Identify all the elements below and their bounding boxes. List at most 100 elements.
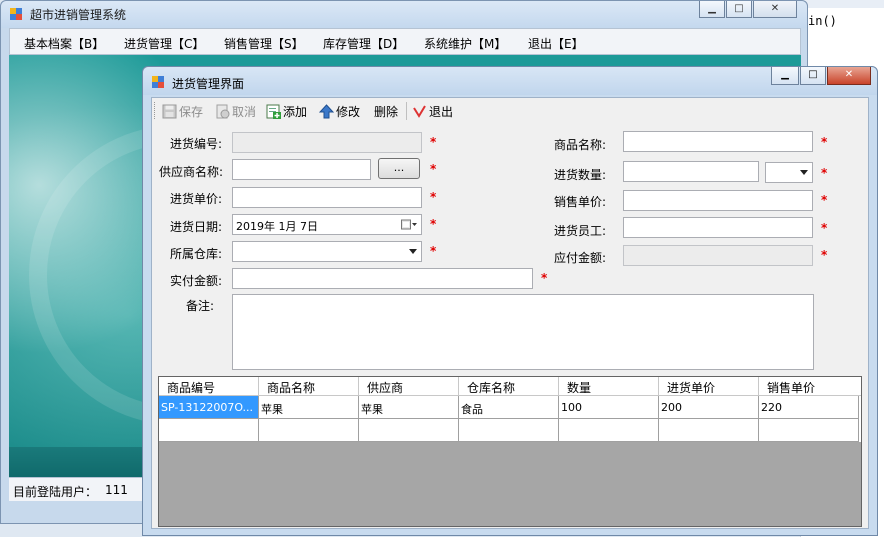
app-icon <box>10 8 22 20</box>
save-button[interactable]: 保存 <box>162 102 203 120</box>
status-user: 111 <box>105 483 128 497</box>
grid-cell[interactable]: SP-13122007O... <box>159 396 259 419</box>
grid-cell[interactable]: 100 <box>559 396 659 419</box>
column-header[interactable]: 供应商 <box>359 377 459 396</box>
unit-price-required: * <box>430 190 437 204</box>
main-minimize-button[interactable]: ▁ <box>699 1 725 18</box>
purchase-no-field[interactable] <box>232 132 422 153</box>
supplier-label: 供应商名称: <box>159 165 224 179</box>
quantity-field[interactable] <box>623 161 759 182</box>
toolbar-separator <box>406 102 407 120</box>
product-required: * <box>821 135 828 149</box>
warehouse-label: 所属仓库: <box>170 247 223 261</box>
payable-required: * <box>821 248 828 262</box>
table-row[interactable]: SP-13122007O... 苹果 苹果 食品 100 200 220 <box>159 396 861 419</box>
dialog-title: 进货管理界面 <box>172 77 245 91</box>
grid-cell[interactable] <box>259 419 359 442</box>
warehouse-required: * <box>430 244 437 258</box>
warehouse-combobox[interactable] <box>232 241 422 262</box>
staff-required: * <box>821 221 828 235</box>
toolbar-grip[interactable] <box>154 102 157 119</box>
unit-combobox[interactable] <box>765 162 813 183</box>
menu-purchase[interactable]: 进货管理【C】 <box>124 35 204 52</box>
delete-button[interactable]: 删除 <box>374 102 398 120</box>
add-icon <box>266 104 281 119</box>
quantity-required: * <box>821 166 828 180</box>
main-titlebar[interactable]: 超市进销管理系统 ▁ □ ✕ <box>1 1 807 28</box>
edit-label: 修改 <box>336 104 361 119</box>
column-header[interactable]: 进货单价 <box>659 377 759 396</box>
background-editor-tab <box>800 0 884 8</box>
remark-label: 备注: <box>186 299 215 313</box>
sale-price-field[interactable] <box>623 190 813 211</box>
paid-label: 实付金额: <box>170 274 223 288</box>
menu-inventory[interactable]: 库存管理【D】 <box>323 35 404 52</box>
paid-field[interactable] <box>232 268 533 289</box>
dialog-close-button[interactable]: ✕ <box>827 67 871 85</box>
supplier-browse-button[interactable]: ... <box>378 158 420 179</box>
menu-sales[interactable]: 销售管理【S】 <box>224 35 304 52</box>
background-code-text: in() <box>808 14 837 28</box>
close-icon: ✕ <box>770 3 780 14</box>
grid-cell[interactable] <box>759 419 859 442</box>
cancel-icon <box>215 104 230 119</box>
payable-field[interactable] <box>623 245 813 266</box>
chevron-down-icon[interactable] <box>800 170 808 175</box>
column-header[interactable]: 商品名称 <box>259 377 359 396</box>
calendar-dropdown-icon[interactable] <box>401 219 418 231</box>
column-header[interactable]: 商品编号 <box>159 377 259 396</box>
grid-cell[interactable] <box>159 419 259 442</box>
edit-button[interactable]: 修改 <box>318 102 361 120</box>
table-row[interactable] <box>159 419 861 442</box>
grid-cell[interactable]: 220 <box>759 396 859 419</box>
grid-cell[interactable] <box>459 419 559 442</box>
sale-price-required: * <box>821 193 828 207</box>
menu-system[interactable]: 系统维护【M】 <box>424 35 506 52</box>
supplier-required: * <box>430 162 437 176</box>
grid-header: 商品编号 商品名称 供应商 仓库名称 数量 进货单价 销售单价 <box>159 377 861 396</box>
save-icon <box>162 104 177 119</box>
paid-required: * <box>541 271 548 285</box>
exit-button[interactable]: 退出 <box>412 102 453 120</box>
dialog-minimize-button[interactable]: ▁ <box>771 67 799 85</box>
dialog-titlebar[interactable]: 进货管理界面 ▁ □ ✕ <box>143 67 877 95</box>
purchase-grid[interactable]: 商品编号 商品名称 供应商 仓库名称 数量 进货单价 销售单价 SP-13122… <box>158 376 862 527</box>
grid-cell[interactable]: 苹果 <box>259 396 359 419</box>
chevron-down-icon[interactable] <box>409 249 417 254</box>
grid-cell[interactable] <box>559 419 659 442</box>
delete-label: 删除 <box>374 104 399 119</box>
supplier-field[interactable] <box>232 159 371 180</box>
dialog-body: 保存 取消 添加 修改 删除 退出 进货编号: * 供应商名称: ... * 进… <box>151 97 869 529</box>
unit-price-field[interactable] <box>232 187 422 208</box>
dialog-maximize-button[interactable]: □ <box>800 67 826 85</box>
menubar: 基本档案【B】 进货管理【C】 销售管理【S】 库存管理【D】 系统维护【M】 … <box>9 28 801 55</box>
menu-basic-records[interactable]: 基本档案【B】 <box>24 35 104 52</box>
grid-cell[interactable] <box>659 419 759 442</box>
main-close-button[interactable]: ✕ <box>753 1 797 18</box>
main-window-title: 超市进销管理系统 <box>30 8 127 22</box>
add-button[interactable]: 添加 <box>266 102 307 120</box>
column-header[interactable]: 数量 <box>559 377 659 396</box>
date-picker[interactable]: 2019年 1月 7日 <box>232 214 422 235</box>
up-arrow-icon <box>318 103 335 119</box>
grid-cell[interactable] <box>359 419 459 442</box>
minimize-icon: ▁ <box>708 3 716 14</box>
grid-cell[interactable]: 苹果 <box>359 396 459 419</box>
column-header[interactable]: 仓库名称 <box>459 377 559 396</box>
staff-label: 进货员工: <box>554 224 607 238</box>
menu-exit[interactable]: 退出【E】 <box>528 35 584 52</box>
minimize-icon: ▁ <box>781 69 789 80</box>
staff-field[interactable] <box>623 217 813 238</box>
remark-textarea[interactable] <box>232 294 814 370</box>
product-label: 商品名称: <box>554 138 607 152</box>
product-field[interactable] <box>623 131 813 152</box>
unit-price-label: 进货单价: <box>170 192 223 206</box>
cancel-button[interactable]: 取消 <box>215 102 256 120</box>
grid-cell[interactable]: 200 <box>659 396 759 419</box>
purchase-no-required: * <box>430 135 437 149</box>
grid-cell[interactable]: 食品 <box>459 396 559 419</box>
purchase-no-label: 进货编号: <box>170 137 223 151</box>
column-header[interactable]: 销售单价 <box>759 377 861 396</box>
main-maximize-button[interactable]: □ <box>726 1 752 18</box>
cancel-label: 取消 <box>232 104 257 119</box>
